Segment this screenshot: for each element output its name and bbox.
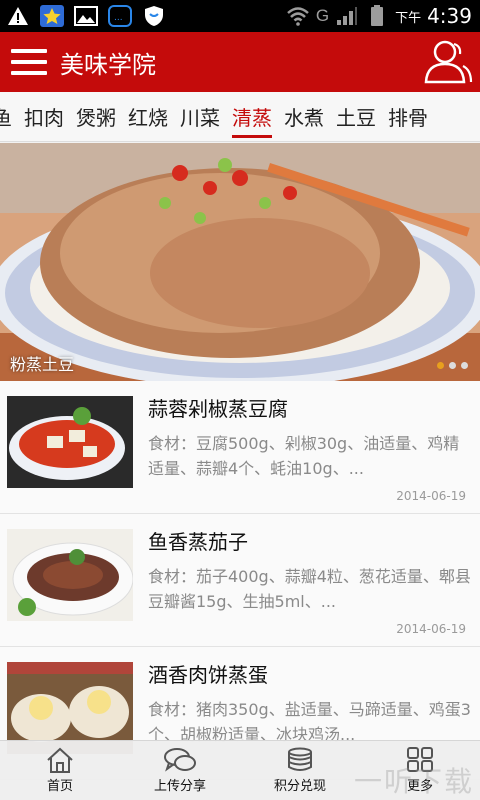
- hamburger-icon-bar: [11, 60, 47, 64]
- recipe-thumbnail: [7, 529, 133, 621]
- hamburger-icon-bar: [11, 71, 47, 75]
- nav-points-label: 积分兑现: [273, 779, 326, 794]
- banner-pager: [437, 362, 468, 369]
- tab-category[interactable]: 煲粥: [70, 92, 122, 141]
- chat-bubble-icon: [164, 748, 196, 772]
- nav-more-label: 更多: [406, 779, 433, 794]
- battery-icon: [365, 5, 389, 27]
- nav-points[interactable]: 积分兑现: [240, 741, 360, 800]
- app-title: 美味学院: [60, 50, 156, 79]
- pager-dot[interactable]: [461, 362, 468, 369]
- hamburger-icon-bar: [11, 49, 47, 53]
- nav-upload[interactable]: 上传分享: [120, 741, 240, 800]
- recipe-date: 2014-06-19: [396, 489, 466, 503]
- recipe-date: 2014-06-19: [396, 622, 466, 636]
- nav-more[interactable]: 更多: [360, 741, 480, 800]
- time-ampm: 下午: [395, 10, 422, 26]
- recipe-item[interactable]: 鱼香蒸茄子 食材：茄子400g、蒜瓣4粒、葱花适量、郫县豆瓣酱15g、生抽5ml…: [0, 514, 480, 647]
- star-app-icon: [40, 5, 64, 27]
- banner-food-image: [0, 143, 480, 381]
- svg-text:...: ...: [114, 13, 123, 23]
- recipe-list: 蒜蓉剁椒蒸豆腐 食材：豆腐500g、剁椒30g、油适量、鸡精适量、蒜瓣4个、蚝油…: [0, 381, 480, 780]
- recipe-ingredients: 食材：豆腐500g、剁椒30g、油适量、鸡精适量、蒜瓣4个、蚝油10g、...: [148, 434, 460, 478]
- app-bar: 美味学院: [0, 32, 480, 92]
- wifi-icon: [286, 5, 310, 27]
- user-profile-icon: [424, 40, 473, 84]
- featured-banner[interactable]: 粉蒸土豆: [0, 143, 480, 381]
- clock: 4:39: [427, 4, 472, 28]
- recipe-title: 鱼香蒸茄子: [148, 530, 248, 554]
- recipe-title: 酒香肉饼蒸蛋: [148, 663, 268, 687]
- menu-button[interactable]: [0, 32, 58, 92]
- tab-category[interactable]: 清蒸: [226, 92, 278, 141]
- picture-icon: [74, 5, 98, 27]
- tab-category[interactable]: 土豆: [330, 92, 382, 141]
- tab-category[interactable]: 排骨: [382, 92, 434, 141]
- signal-icon: [335, 5, 359, 27]
- pager-dot[interactable]: [437, 362, 444, 369]
- nav-upload-label: 上传分享: [153, 779, 206, 794]
- tab-category[interactable]: 水煮: [278, 92, 330, 141]
- status-bar: ... G 下午 4:39: [0, 0, 480, 32]
- warning-icon: [6, 5, 30, 27]
- user-button[interactable]: [416, 32, 480, 92]
- tab-category[interactable]: 扣肉: [18, 92, 70, 141]
- recipe-title: 蒜蓉剁椒蒸豆腐: [148, 397, 288, 421]
- bottom-navigation: 首页 上传分享 积分兑现 更多: [0, 740, 480, 800]
- shield-icon: [142, 5, 166, 27]
- chat-app-icon: ...: [108, 5, 132, 27]
- nav-home[interactable]: 首页: [0, 741, 120, 800]
- tab-category[interactable]: 红烧: [122, 92, 174, 141]
- nav-home-label: 首页: [46, 779, 73, 794]
- tab-category[interactable]: 川菜: [174, 92, 226, 141]
- recipe-thumbnail: [7, 396, 133, 488]
- network-type: G: [315, 6, 330, 25]
- banner-caption: 粉蒸土豆: [10, 355, 75, 374]
- coins-icon: [288, 747, 312, 771]
- pager-dot[interactable]: [449, 362, 456, 369]
- tab-category[interactable]: 鱼: [0, 92, 18, 141]
- recipe-item[interactable]: 蒜蓉剁椒蒸豆腐 食材：豆腐500g、剁椒30g、油适量、鸡精适量、蒜瓣4个、蚝油…: [0, 381, 480, 514]
- category-tabs: 鱼扣肉煲粥红烧川菜清蒸水煮土豆排骨: [0, 92, 480, 142]
- recipe-ingredients: 食材：茄子400g、蒜瓣4粒、葱花适量、郫县豆瓣酱15g、生抽5ml、...: [148, 567, 471, 611]
- grid-icon: [407, 747, 433, 772]
- home-icon: [47, 747, 73, 773]
